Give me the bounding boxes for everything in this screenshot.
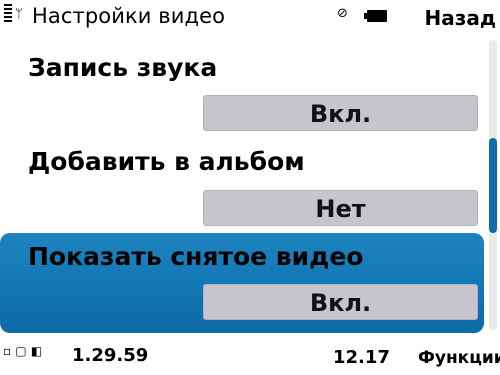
setting-label-album[interactable]: Добавить в альбом bbox=[28, 146, 305, 178]
antenna-icon: ᛘ bbox=[15, 7, 23, 22]
scrollbar-thumb[interactable] bbox=[489, 138, 497, 233]
setting-label-sound[interactable]: Запись звука bbox=[28, 52, 217, 84]
setting-value-show-video[interactable]: Вкл. bbox=[203, 284, 478, 320]
setting-value-sound[interactable]: Вкл. bbox=[203, 95, 478, 131]
functions-button[interactable]: Функции bbox=[418, 348, 500, 368]
signal-strength-icon bbox=[4, 4, 12, 24]
setting-label-show-video[interactable]: Показать снятое видео bbox=[28, 241, 363, 273]
setting-value-text: Нет bbox=[315, 195, 366, 223]
clock: 12.17 bbox=[333, 347, 390, 368]
setting-value-text: Вкл. bbox=[309, 289, 372, 317]
setting-value-album[interactable]: Нет bbox=[203, 190, 478, 226]
page-title: Настройки видео bbox=[32, 4, 226, 28]
back-button[interactable]: Назад bbox=[424, 5, 496, 31]
recording-time: 1.29.59 bbox=[72, 345, 149, 366]
setting-value-text: Вкл. bbox=[309, 100, 372, 128]
status-icons: ▫ ▢ ◧ bbox=[3, 344, 43, 358]
notification-icon: ⊘ bbox=[337, 6, 348, 21]
status-bar: ᛘ Настройки видео ⊘ Назад bbox=[0, 0, 500, 36]
battery-icon bbox=[364, 10, 387, 22]
